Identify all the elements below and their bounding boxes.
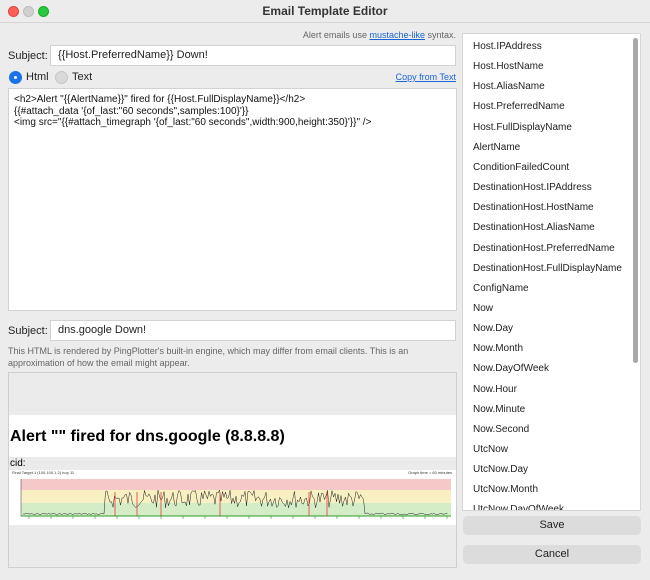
variable-item[interactable]: ConditionFailedCount <box>473 162 569 173</box>
variable-item[interactable]: UtcNow <box>473 444 508 455</box>
variable-item[interactable]: UtcNow.Day <box>473 464 528 475</box>
variable-item[interactable]: Now.Month <box>473 343 523 354</box>
template-line: <img src="{{#attach_timegraph '{of_last:… <box>14 117 372 128</box>
preview-heading: Alert "" fired for dns.google (8.8.8.8) <box>10 428 285 445</box>
html-radio-label[interactable]: Html <box>26 71 49 83</box>
variable-item[interactable]: Now.DayOfWeek <box>473 363 549 374</box>
variable-item[interactable]: Host.IPAddress <box>473 41 542 52</box>
variable-list-scrollbar[interactable] <box>633 38 638 363</box>
mustache-link[interactable]: mustache-like <box>369 30 425 40</box>
variable-item[interactable]: DestinationHost.AliasName <box>473 222 595 233</box>
timegraph-svg <box>20 479 451 519</box>
preview-cid-text: cid: <box>10 458 26 469</box>
variable-item[interactable]: DestinationHost.PreferredName <box>473 243 615 254</box>
preview-subject-field[interactable]: dns.google Down! <box>50 320 456 341</box>
variable-item[interactable]: Now.Hour <box>473 384 517 395</box>
variable-item[interactable]: Host.AliasName <box>473 81 545 92</box>
email-preview-pane[interactable]: Alert "" fired for dns.google (8.8.8.8) … <box>8 372 457 568</box>
syntax-hint: Alert emails use mustache-like syntax. <box>303 30 456 40</box>
variable-item[interactable]: Host.HostName <box>473 61 544 72</box>
variable-item[interactable]: Now.Day <box>473 323 513 334</box>
html-radio[interactable] <box>9 71 22 84</box>
variable-item[interactable]: Host.FullDisplayName <box>473 122 572 133</box>
title-bar: Email Template Editor <box>0 0 650 23</box>
template-line: {{#attach_data '{of_last:"60 seconds",sa… <box>14 105 249 117</box>
graph-red-zone <box>21 479 451 490</box>
variable-item[interactable]: DestinationHost.HostName <box>473 202 594 213</box>
copy-from-text-link[interactable]: Copy from Text <box>396 72 456 82</box>
preview-subject-label: Subject: <box>8 325 48 337</box>
variable-list[interactable]: Host.IPAddress Host.HostName Host.AliasNam… <box>462 33 641 511</box>
variable-item[interactable]: Now.Minute <box>473 404 525 415</box>
window-title: Email Template Editor <box>262 4 388 18</box>
template-line: <h2>Alert "{{AlertName}}" fired for {{Ho… <box>14 94 306 105</box>
cancel-button[interactable]: Cancel <box>463 545 641 564</box>
variable-item[interactable]: UtcNow.Month <box>473 484 538 495</box>
variable-item[interactable]: Now <box>473 303 493 314</box>
render-note: This HTML is rendered by PingPlotter's b… <box>8 346 409 368</box>
html-template-editor[interactable]: <h2>Alert "{{AlertName}}" fired for {{Ho… <box>8 88 457 311</box>
subject-label: Subject: <box>8 50 48 62</box>
variable-item[interactable]: UtcNow.DayOfWeek <box>473 504 564 510</box>
subject-input[interactable]: {{Host.PreferredName}} Down! <box>50 45 456 66</box>
variable-item[interactable]: AlertName <box>473 142 520 153</box>
syntax-hint-suffix: syntax. <box>424 30 456 40</box>
timegraph-image: Final Target.1 (100.100.1.2) hop 11 Grap… <box>9 470 456 525</box>
variable-item[interactable]: DestinationHost.FullDisplayName <box>473 263 622 274</box>
save-button[interactable]: Save <box>463 516 641 535</box>
text-radio[interactable] <box>55 71 68 84</box>
variable-item[interactable]: Host.PreferredName <box>473 101 565 112</box>
email-template-editor-window: Email Template Editor Alert emails use m… <box>0 0 650 580</box>
variable-item[interactable]: Now.Second <box>473 424 529 435</box>
syntax-hint-prefix: Alert emails use <box>302 30 370 40</box>
variable-item[interactable]: DestinationHost.IPAddress <box>473 182 592 193</box>
text-radio-label[interactable]: Text <box>72 71 92 83</box>
variable-item[interactable]: ConfigName <box>473 283 529 294</box>
